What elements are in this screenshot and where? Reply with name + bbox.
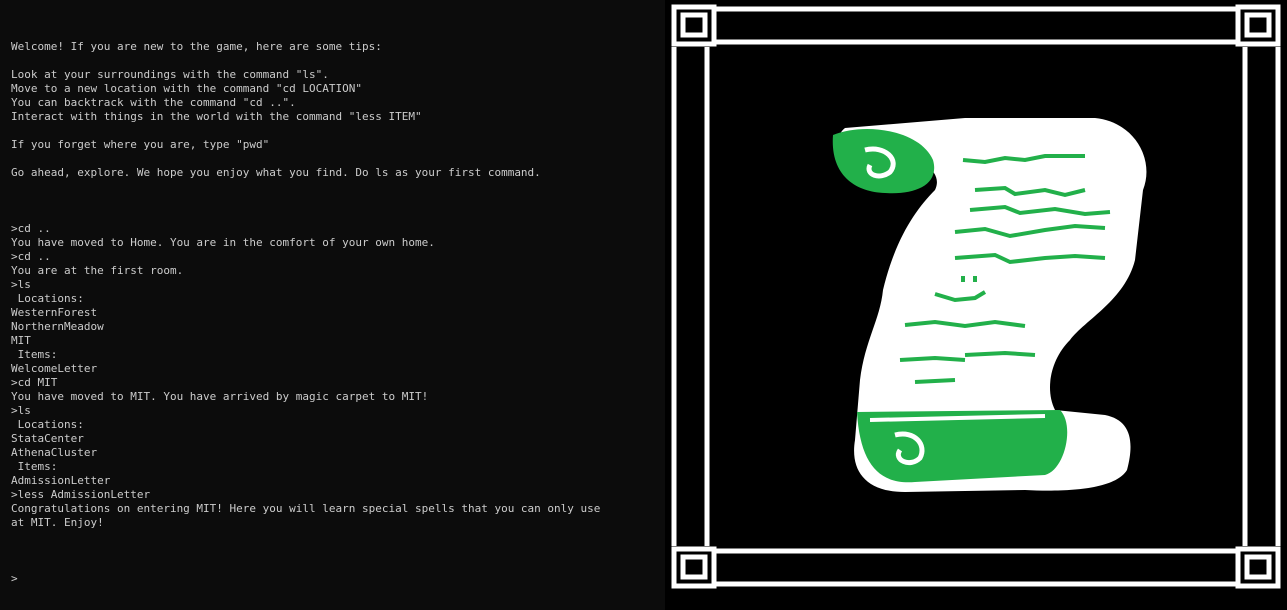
terminal-line: Items: <box>11 348 58 361</box>
terminal-line: at MIT. Enjoy! <box>11 516 104 529</box>
terminal-console[interactable]: Welcome! If you are new to the game, her… <box>0 0 665 610</box>
prompt-symbol: > <box>11 572 18 585</box>
terminal-line: Move to a new location with the command … <box>11 82 362 95</box>
terminal-line: Go ahead, explore. We hope you enjoy wha… <box>11 166 541 179</box>
terminal-line: >ls <box>11 404 31 417</box>
terminal-line: Congratulations on entering MIT! Here yo… <box>11 502 601 515</box>
command-prompt[interactable]: > <box>11 572 665 586</box>
session-log: >cd .. You have moved to Home. You are in… <box>11 222 665 544</box>
terminal-line: >less AdmissionLetter <box>11 488 151 501</box>
terminal-line: NorthernMeadow <box>11 320 104 333</box>
terminal-line: >ls <box>11 278 31 291</box>
terminal-line: MIT <box>11 334 31 347</box>
terminal-line: Welcome! If you are new to the game, her… <box>11 40 382 53</box>
scroll-icon <box>832 118 1147 492</box>
terminal-line: Look at your surroundings with the comma… <box>11 68 329 81</box>
terminal-line: WelcomeLetter <box>11 362 98 375</box>
terminal-line: Locations: <box>11 292 84 305</box>
terminal-line: Interact with things in the world with t… <box>11 110 422 123</box>
terminal-line: You are at the first room. <box>11 264 184 277</box>
terminal-line: WesternForest <box>11 306 98 319</box>
terminal-line: >cd .. <box>11 250 51 263</box>
intro-text: Welcome! If you are new to the game, her… <box>11 40 665 194</box>
art-panel <box>665 0 1287 610</box>
terminal-line: AdmissionLetter <box>11 474 111 487</box>
terminal-line: Items: <box>11 460 58 473</box>
terminal-line: You have moved to MIT. You have arrived … <box>11 390 429 403</box>
terminal-line: You can backtrack with the command "cd .… <box>11 96 296 109</box>
terminal-line: >cd .. <box>11 222 51 235</box>
terminal-line: AthenaCluster <box>11 446 98 459</box>
terminal-line: StataCenter <box>11 432 84 445</box>
terminal-line: You have moved to Home. You are in the c… <box>11 236 435 249</box>
scroll-illustration <box>671 4 1281 589</box>
terminal-line: Locations: <box>11 418 84 431</box>
terminal-line: If you forget where you are, type "pwd" <box>11 138 270 151</box>
terminal-line: >cd MIT <box>11 376 58 389</box>
